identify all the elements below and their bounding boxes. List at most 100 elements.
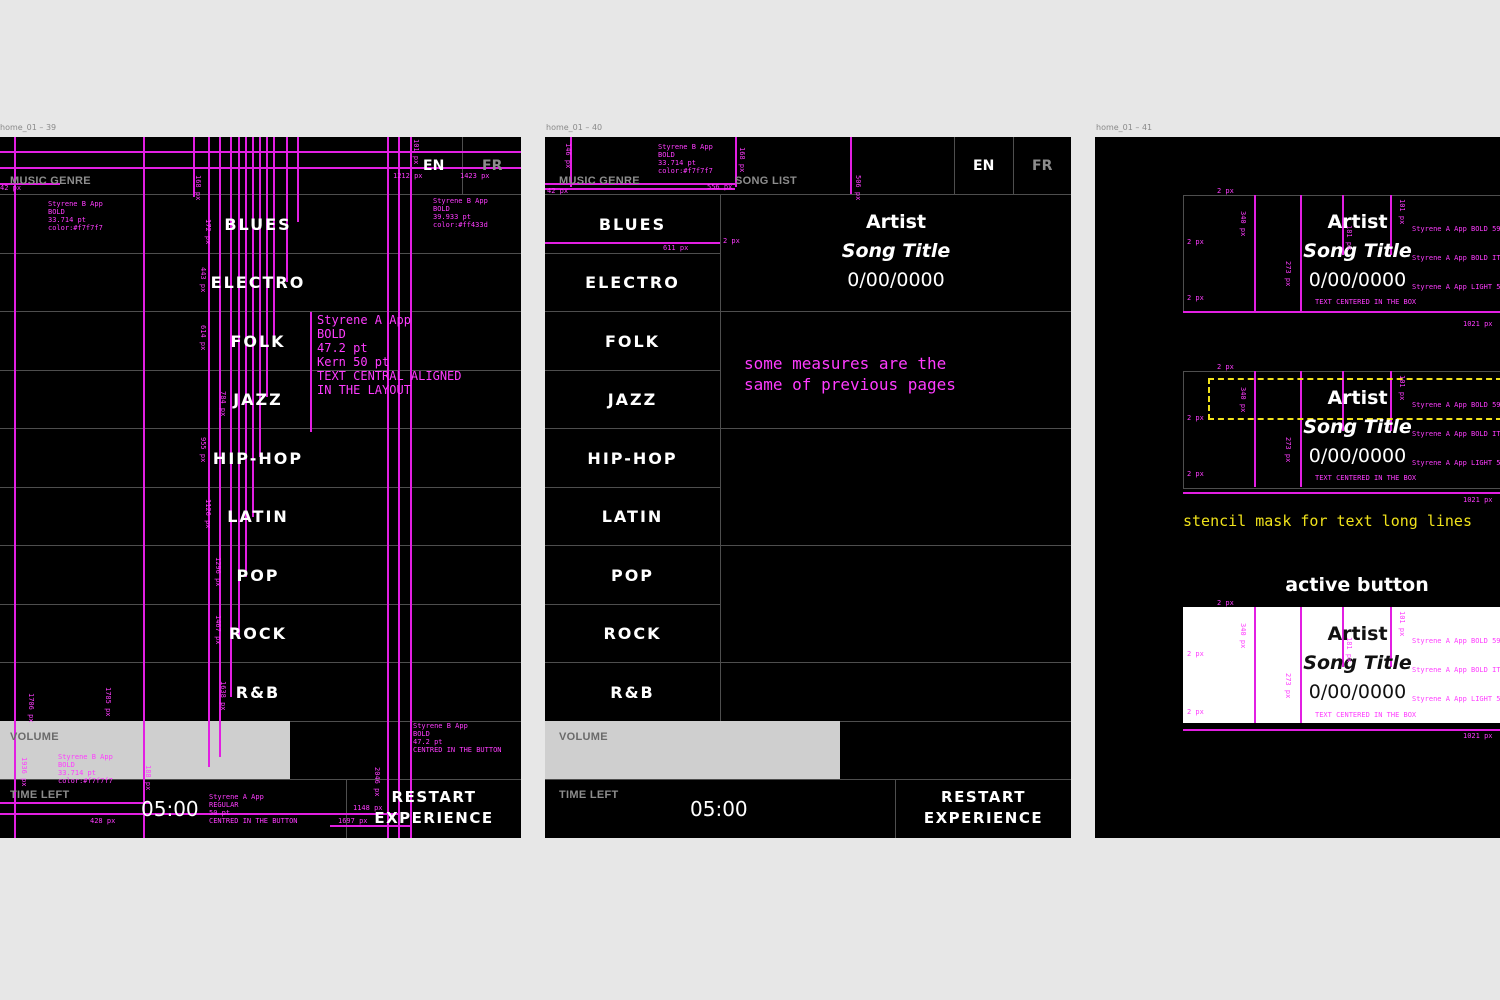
spec-light: Styrene A App LIGHT 59 pt — [1412, 695, 1500, 703]
note-active-button: active button — [1285, 574, 1429, 596]
m-168: 168 px — [194, 175, 202, 201]
spec-bold: Styrene A App BOLD 59 pt — [1412, 637, 1500, 645]
m-955: 955 px — [199, 437, 207, 463]
spec-header: Styrene B App BOLD 33.714 pt color:#f7f7… — [658, 143, 713, 175]
m-181: 181 px — [1345, 637, 1353, 663]
frame-label-39: home_01 – 39 — [0, 123, 57, 132]
volume-label: VOLUME — [10, 731, 59, 743]
m-1638: 1638 px — [219, 681, 227, 711]
spec-bold: Styrene A App BOLD 59 pt — [1412, 225, 1500, 233]
m-168: 168 px — [738, 147, 746, 173]
lang-fr-button[interactable]: FR — [1032, 158, 1052, 174]
m-273: 273 px — [1284, 261, 1292, 287]
m-1697: 1697 px — [338, 817, 368, 825]
m-556: 556 px — [707, 183, 733, 191]
genre-hiphop[interactable]: HIP-HOP — [545, 449, 720, 468]
genre-pop[interactable]: POP — [158, 566, 358, 585]
m-42: 42 px — [0, 184, 22, 192]
m-2px: 2 px — [1187, 470, 1204, 478]
m-181: 181 px — [1345, 225, 1353, 251]
text-centered: TEXT CENTERED IN THE BOX — [1315, 298, 1417, 306]
time-left-label: TIME LEFT — [559, 789, 619, 801]
genre-latin[interactable]: LATIN — [158, 507, 358, 526]
song-artist: Artist — [865, 211, 927, 233]
m-273: 273 px — [1284, 673, 1292, 699]
genre-jazz[interactable]: JAZZ — [545, 390, 720, 409]
genre-folk[interactable]: FOLK — [545, 332, 720, 351]
m-614: 614 px — [199, 325, 207, 351]
m-42: 42 px — [547, 187, 569, 195]
m-2046: 2046 px — [373, 767, 381, 797]
m-1021: 1021 px — [1463, 320, 1493, 328]
song-title: Song Title — [841, 240, 951, 262]
volume-label: VOLUME — [559, 731, 608, 743]
m-340: 340 px — [1239, 387, 1247, 413]
genre-latin[interactable]: LATIN — [545, 507, 720, 526]
m-1785: 1785 px — [104, 687, 112, 717]
m-2px: 2 px — [1187, 650, 1204, 658]
genre-rnb[interactable]: R&B — [545, 683, 720, 702]
m-273: 273 px — [1284, 437, 1292, 463]
song-title: Song Title — [1303, 240, 1412, 262]
spec-timer: Styrene A App REGULAR 50 pt CENTRED IN T… — [209, 793, 298, 825]
m-2px: 2 px — [1187, 414, 1204, 422]
genre-electro[interactable]: ELECTRO — [545, 273, 720, 292]
m-2px: 2 px — [1187, 294, 1204, 302]
m-1021: 1021 px — [1463, 496, 1493, 504]
m-2px: 2 px — [723, 237, 740, 245]
lang-en-button[interactable]: EN — [973, 158, 994, 174]
song-date: 0/00/0000 — [1308, 445, 1407, 467]
m-2px: 2 px — [1217, 363, 1234, 371]
frame-41: Artist Song Title 0/00/0000 Styrene A Ap… — [1095, 137, 1500, 838]
m-1467: 1467 px — [214, 615, 222, 645]
frame-label-40: home_01 – 40 — [546, 123, 603, 132]
restart-button[interactable]: RESTART EXPERIENCE — [896, 787, 1071, 829]
song-title: Song Title — [1303, 652, 1412, 674]
m-611: 611 px — [663, 244, 689, 252]
genre-rnb[interactable]: R&B — [158, 683, 358, 702]
genre-blues[interactable]: BLUES — [545, 215, 720, 234]
song-date: 0/00/0000 — [1308, 681, 1407, 703]
spec-header: Styrene B App BOLD 33.714 pt color:#f7f7… — [48, 200, 103, 232]
note-same-measures: some measures are the same of previous p… — [744, 354, 956, 394]
m-340: 340 px — [1239, 623, 1247, 649]
song-date: 0/00/0000 — [847, 269, 945, 291]
m-2px: 2 px — [1217, 187, 1234, 195]
m-1126: 1126 px — [204, 499, 212, 529]
spec-genre: Styrene A App BOLD 47.2 pt Kern 50 pt TE… — [317, 313, 462, 397]
m-146: 146 px — [564, 143, 572, 169]
lang-en-button[interactable]: EN — [423, 158, 444, 174]
restart-line-2: EXPERIENCE — [923, 809, 1044, 827]
volume-bar[interactable] — [545, 721, 840, 779]
m-101: 101 px — [1398, 199, 1406, 225]
text-centered: TEXT CENTERED IN THE BOX — [1315, 474, 1417, 482]
m-188: 188 px — [144, 765, 152, 791]
m-2px: 2 px — [1217, 599, 1234, 607]
spec-restart: Styrene B App BOLD 47.2 pt CENTRED IN TH… — [413, 722, 502, 754]
genre-blues[interactable]: BLUES — [158, 215, 358, 234]
spec-volume: Styrene B App BOLD 33.714 pt color:#f7f7… — [58, 753, 113, 785]
genre-rock[interactable]: ROCK — [545, 624, 720, 643]
spec-italic: Styrene A App BOLD ITALIC — [1412, 430, 1500, 438]
m-1148: 1148 px — [353, 804, 383, 812]
genre-electro[interactable]: ELECTRO — [158, 273, 358, 292]
song-date: 0/00/0000 — [1308, 269, 1407, 291]
genre-hiphop[interactable]: HIP-HOP — [158, 449, 358, 468]
text-centered: TEXT CENTERED IN THE BOX — [1315, 711, 1417, 719]
m-1021: 1021 px — [1463, 732, 1493, 740]
m-2px: 2 px — [1187, 238, 1204, 246]
song-title: Song Title — [1303, 416, 1412, 438]
m-101: 101 px — [1398, 375, 1406, 401]
genre-rock[interactable]: ROCK — [158, 624, 358, 643]
spec-light: Styrene A App LIGHT 59 pt — [1412, 283, 1500, 291]
genre-pop[interactable]: POP — [545, 566, 720, 585]
m-784: 784 px — [219, 391, 227, 417]
note-stencil: stencil mask for text long lines — [1183, 512, 1472, 530]
m-172: 172 px — [204, 219, 212, 245]
m-340: 340 px — [1239, 211, 1247, 237]
spec-light: Styrene A App LIGHT 59 pt — [1412, 459, 1500, 467]
m-1296: 1296 px — [214, 557, 222, 587]
timer-value: 05:00 — [141, 797, 199, 821]
m-101: 101 px — [412, 139, 420, 165]
m-1212: 1212 px — [393, 172, 423, 180]
